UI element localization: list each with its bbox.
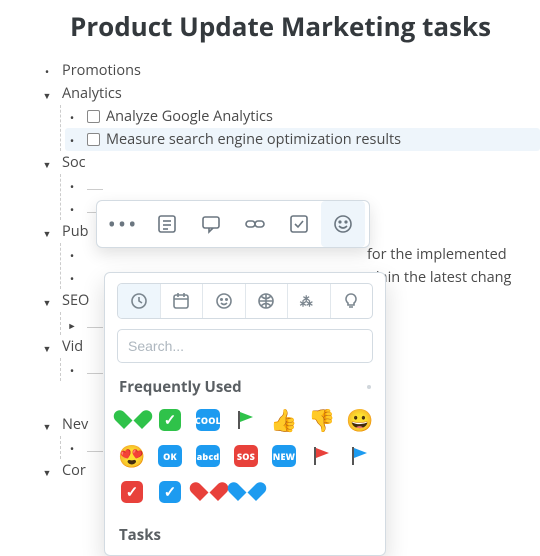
emoji-red-check[interactable]: ✓ (117, 477, 147, 507)
emoji-blue-heart[interactable] (231, 477, 261, 507)
note-button[interactable] (145, 201, 189, 247)
emoji-heart-eyes[interactable]: 😍 (117, 441, 147, 471)
smiley-icon (332, 213, 354, 235)
tree-item-analytics[interactable]: Analytics (40, 82, 540, 105)
checkbox-icon[interactable] (87, 133, 100, 146)
task-button[interactable] (277, 201, 321, 247)
checkbox-done-icon (288, 213, 310, 235)
calendar-icon (172, 292, 190, 310)
task-measure-seo[interactable]: Measure search engine optimization resul… (65, 128, 540, 151)
emoji-picker: ⁂ Frequently Used ✓COOL👍👎😀😍OKabcdSOSNEW✓… (104, 272, 386, 556)
emoji-blue-flag[interactable] (345, 441, 375, 471)
link-icon (244, 213, 266, 235)
emoji-thumbs-up[interactable]: 👍 (269, 405, 299, 435)
tab-objects[interactable] (331, 284, 373, 318)
basketball-icon (257, 292, 275, 310)
tab-activity[interactable] (246, 284, 289, 318)
comment-button[interactable] (189, 201, 233, 247)
more-button[interactable]: ••• (101, 201, 145, 247)
emoji-button[interactable] (321, 201, 365, 247)
emoji-green-check[interactable]: ✓ (155, 405, 185, 435)
clock-icon (130, 292, 148, 310)
emoji-grinning[interactable]: 😀 (345, 405, 375, 435)
section-tasks-title: Tasks (119, 525, 373, 545)
emoji-ok-badge[interactable]: OK (155, 441, 185, 471)
link-button[interactable] (233, 201, 277, 247)
tab-smileys[interactable] (203, 284, 246, 318)
emoji-search (117, 329, 373, 363)
emoji-blue-check[interactable]: ✓ (155, 477, 185, 507)
symbols-icon: ⁂ (300, 292, 318, 310)
emoji-search-input[interactable] (117, 329, 373, 363)
emoji-red-heart[interactable] (193, 477, 223, 507)
emoji-green-heart[interactable] (117, 405, 147, 435)
inline-toolbar: ••• (96, 200, 370, 248)
emoji-green-flag[interactable] (231, 405, 261, 435)
comment-icon (200, 213, 222, 235)
smiley-icon (215, 292, 233, 310)
page-title: Product Update Marketing tasks (70, 10, 540, 43)
task-analyze-ga[interactable]: Analyze Google Analytics (65, 105, 540, 128)
tab-calendar[interactable] (161, 284, 204, 318)
emoji-cool-badge[interactable]: COOL (193, 405, 223, 435)
emoji-red-flag[interactable] (307, 441, 337, 471)
emoji-thumbs-down[interactable]: 👎 (307, 405, 337, 435)
frequent-emoji-grid: ✓ COOL 👍 👎 😀 😍 OK abcd SOS NEW ✓ ✓ (117, 403, 373, 511)
tree-item-social[interactable]: Soc (40, 151, 540, 174)
note-icon (156, 213, 178, 235)
emoji-abcd-badge[interactable]: abcd (193, 441, 223, 471)
emoji-sos-badge[interactable]: SOS (231, 441, 261, 471)
section-frequent-title: Frequently Used (119, 377, 373, 397)
emoji-new-badge[interactable]: NEW (269, 441, 299, 471)
tab-symbols[interactable]: ⁂ (288, 284, 331, 318)
bulb-icon (342, 292, 360, 310)
tree-item-promotions[interactable]: Promotions (40, 59, 540, 82)
tab-recent[interactable] (118, 284, 161, 318)
checkbox-icon[interactable] (87, 110, 100, 123)
emoji-category-tabs: ⁂ (117, 283, 373, 319)
